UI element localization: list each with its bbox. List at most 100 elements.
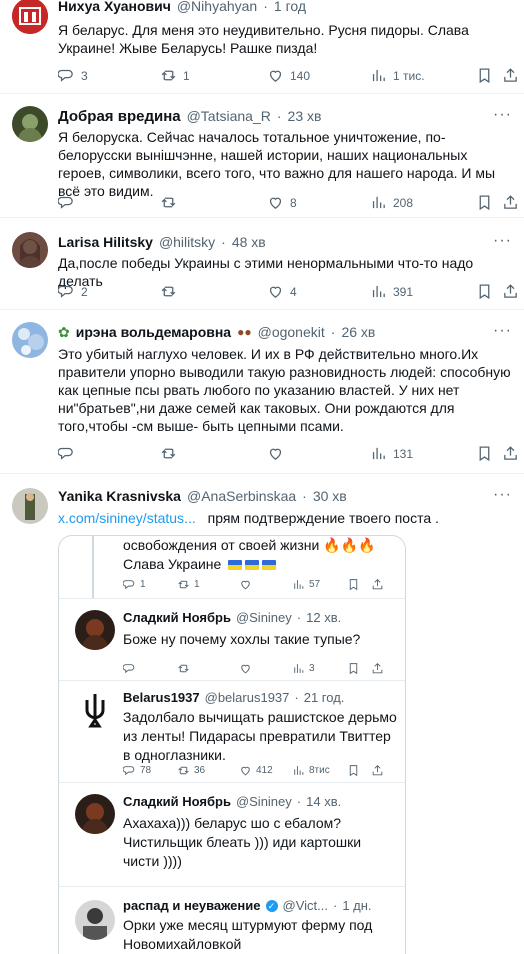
reply-count: 2 (81, 284, 88, 299)
like-count: 140 (290, 68, 311, 83)
share-button[interactable] (502, 67, 519, 84)
author-handle[interactable]: @Tatsiana_R (187, 108, 271, 124)
views-button[interactable]: 1 тис. (370, 67, 425, 84)
embedded-post: Belarus1937 @belarus1937 · 21 год. Задолбал… (59, 680, 405, 783)
author-handle[interactable]: @ogonekit (258, 324, 325, 340)
retweet-button[interactable] (160, 445, 183, 462)
views-icon (292, 764, 305, 777)
share-button (371, 578, 384, 591)
bookmark-icon (476, 283, 493, 300)
views-icon (370, 67, 387, 84)
timestamp[interactable]: 23 хв (288, 108, 322, 124)
author-handle[interactable]: @hilitsky (159, 234, 215, 250)
reply-button[interactable] (58, 445, 81, 462)
retweet-button[interactable] (160, 283, 183, 300)
more-options-icon[interactable]: ··· (493, 322, 512, 340)
embedded-text: Боже ну почему хохлы такие тупые? (123, 631, 361, 647)
timestamp[interactable]: 1 год (274, 0, 306, 14)
like-button[interactable]: 140 (267, 67, 310, 84)
like-button (239, 662, 252, 675)
bookmark-icon (347, 764, 360, 777)
share-button[interactable] (502, 283, 519, 300)
reply-icon (123, 578, 136, 591)
views-icon (370, 445, 387, 462)
avatar[interactable] (12, 232, 48, 268)
reply-button (123, 662, 136, 675)
attached-image[interactable]: освобождения от своей жизни 🔥🔥🔥 Слава Ук… (58, 535, 406, 954)
retweet-button[interactable] (160, 194, 183, 211)
views-icon (292, 662, 305, 675)
views-button[interactable]: 131 (370, 445, 413, 462)
like-count: 8 (290, 195, 297, 210)
views-icon (292, 578, 305, 591)
retweet-count: 36 (194, 765, 206, 776)
avatar[interactable] (12, 322, 48, 358)
reply-button[interactable]: 2 (58, 283, 88, 300)
heart-icon (267, 283, 284, 300)
author-name[interactable]: Yanika Krasnivska (58, 488, 181, 504)
author-name[interactable]: ирэна вольдемаровна (76, 324, 231, 340)
more-options-icon[interactable]: ··· (493, 232, 512, 250)
view-count: 131 (393, 446, 414, 461)
embedded-post: Сладкий Ноябрь @Sininey · 12 хв. Боже ну по… (59, 598, 405, 681)
avatar[interactable] (12, 0, 48, 34)
view-count: 8тис (309, 765, 330, 776)
tweet[interactable]: Larisa Hilitsky @hilitsky · 48 хв ··· Да… (0, 218, 524, 310)
views-button: 8тис (292, 764, 330, 777)
heart-icon (267, 445, 284, 462)
thread-line (92, 536, 94, 598)
tweet-text: Это убитый наглухо человек. И их в РФ де… (58, 346, 511, 434)
avatar[interactable] (12, 106, 48, 142)
tweet[interactable]: Нихуа Хуанович @Nihyahyan · 1 год Я бела… (0, 0, 524, 94)
bookmark-button[interactable] (476, 194, 493, 211)
timestamp[interactable]: 26 хв (341, 324, 375, 340)
embedded-post: Сладкий Ноябрь @Sininey · 14 хв. Ахахаха)))… (59, 782, 405, 887)
views-button[interactable]: 208 (370, 194, 413, 211)
tweet-link[interactable]: x.com/sininey/status... (58, 510, 196, 526)
bookmark-button[interactable] (476, 283, 493, 300)
share-button[interactable] (502, 445, 519, 462)
author-name[interactable]: Larisa Hilitsky (58, 234, 153, 250)
bookmark-icon (347, 578, 360, 591)
more-options-icon[interactable]: ··· (493, 486, 512, 504)
more-options-icon[interactable]: ··· (493, 106, 512, 124)
reply-icon (123, 662, 136, 675)
author-handle[interactable]: @Nihyahyan (177, 0, 257, 14)
author-name: распад и неуважение (123, 898, 261, 913)
avatar-image (12, 106, 48, 142)
like-button[interactable] (267, 445, 290, 462)
tweet[interactable]: ✿ ирэна вольдемаровна ●● @ogonekit · 26 … (0, 310, 524, 474)
bookmark-button[interactable] (476, 445, 493, 462)
author-handle[interactable]: @AnaSerbinskaa (187, 488, 296, 504)
retweet-icon (160, 194, 177, 211)
retweet-icon (160, 283, 177, 300)
timestamp[interactable]: 48 хв (232, 234, 266, 250)
share-button[interactable] (502, 194, 519, 211)
views-button[interactable]: 391 (370, 283, 413, 300)
embedded-post: распад и неуважение ✓ @Vict... · 1 дн. Орки … (59, 886, 405, 954)
reply-button: 78 (123, 764, 151, 777)
author-name[interactable]: Нихуа Хуанович (58, 0, 171, 14)
bookmark-button (347, 764, 360, 777)
reply-button[interactable]: 3 (58, 67, 88, 84)
reply-button[interactable] (58, 194, 81, 211)
share-button (371, 764, 384, 777)
bookmark-icon (476, 194, 493, 211)
retweet-count: 1 (183, 68, 190, 83)
timestamp[interactable]: 30 хв (313, 488, 347, 504)
avatar[interactable] (12, 488, 48, 524)
embedded-text: освобождения от своей жизни (123, 537, 320, 553)
timestamp: 14 хв. (306, 794, 342, 809)
embedded-text: Ахахаха))) беларус шо с ебалом? Чистильщ… (123, 815, 362, 869)
like-button[interactable]: 8 (267, 194, 297, 211)
tweet[interactable]: Добрая вредина @Tatsiana_R · 23 хв ··· Я… (0, 94, 524, 218)
bookmark-button[interactable] (476, 67, 493, 84)
author-name[interactable]: Добрая вредина (58, 108, 181, 125)
avatar (75, 794, 115, 834)
like-button[interactable]: 4 (267, 283, 297, 300)
like-count: 4 (290, 284, 297, 299)
retweet-button[interactable]: 1 (160, 67, 190, 84)
bookmark-icon (347, 662, 360, 675)
author-name: Belarus1937 (123, 690, 200, 705)
reply-count: 1 (140, 579, 146, 590)
